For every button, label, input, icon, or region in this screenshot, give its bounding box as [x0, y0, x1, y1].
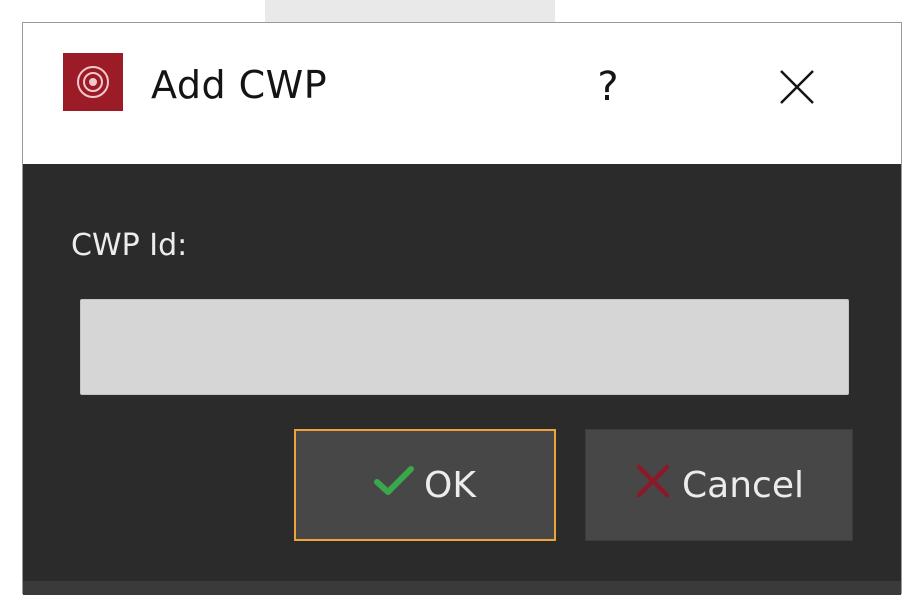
- dialog-titlebar: Add CWP ?: [23, 23, 901, 164]
- close-icon: [780, 70, 814, 104]
- screen: Add CWP ? CWP Id: OK Cancel: [0, 0, 911, 601]
- app-logo-icon: [63, 53, 123, 111]
- x-icon: [634, 462, 672, 509]
- cancel-button[interactable]: Cancel: [585, 429, 853, 541]
- ok-button-label: OK: [424, 464, 476, 506]
- help-button[interactable]: ?: [583, 57, 633, 117]
- ok-button[interactable]: OK: [294, 429, 556, 541]
- dialog-title: Add CWP: [151, 63, 328, 107]
- checkmark-icon: [374, 464, 415, 507]
- background-window-edge: [265, 0, 555, 22]
- add-cwp-dialog: Add CWP ? CWP Id: OK Cancel: [22, 22, 902, 595]
- close-button[interactable]: [773, 63, 821, 111]
- cwp-id-label: CWP Id:: [71, 228, 188, 263]
- dialog-bottom-edge: [23, 581, 901, 595]
- cancel-button-label: Cancel: [682, 464, 804, 506]
- cwp-id-input[interactable]: [80, 299, 849, 395]
